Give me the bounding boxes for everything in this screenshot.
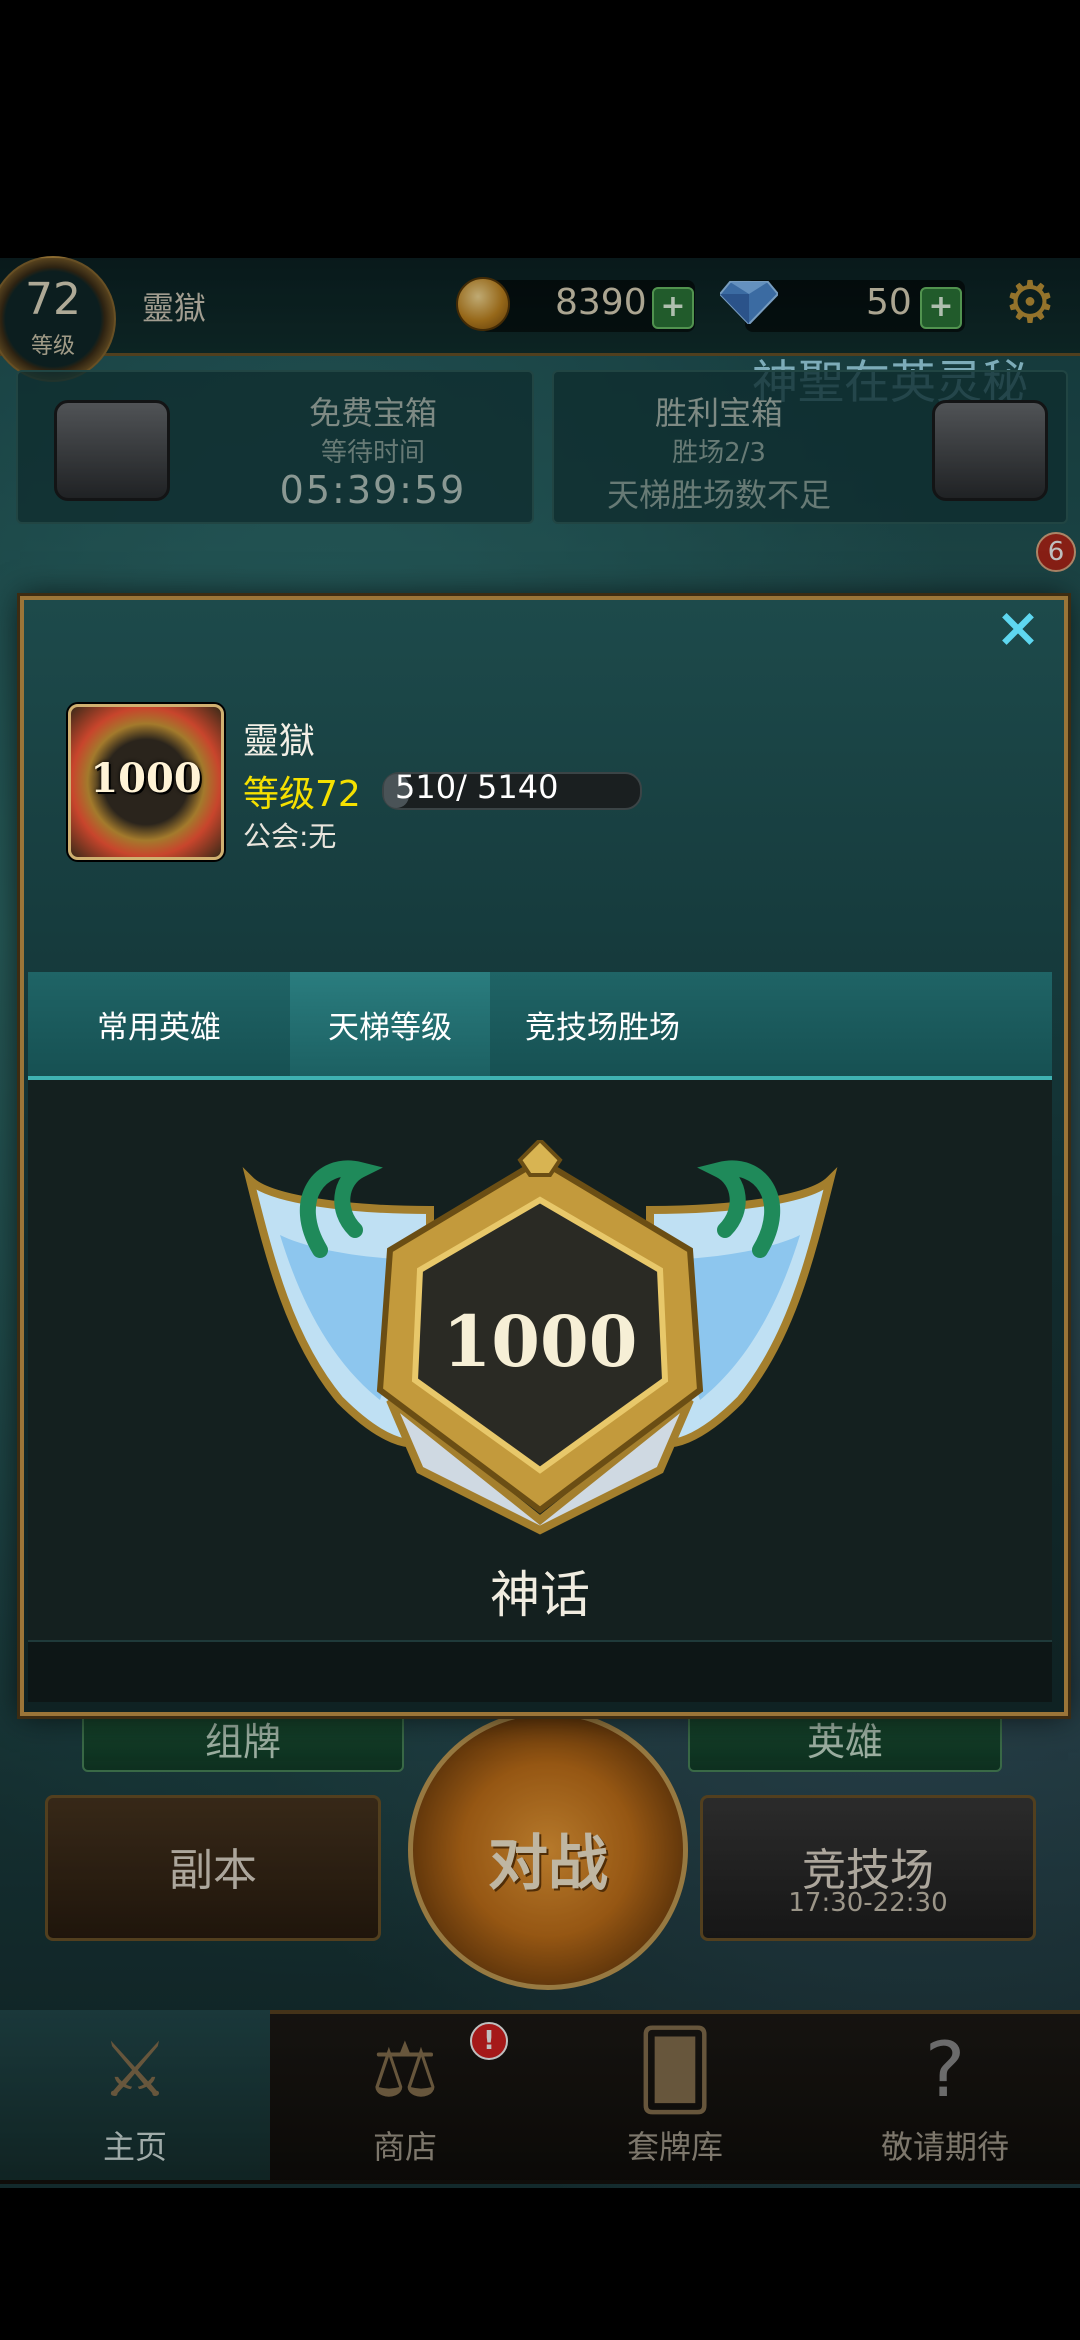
tab-ladder-rank[interactable]: 天梯等级 (290, 972, 490, 1076)
guild-text: 公会:无 (243, 820, 337, 853)
tab-ladder-rank-label: 天梯等级 (328, 1010, 452, 1046)
modal-footer (28, 1640, 1052, 1702)
tab-arena-wins[interactable]: 竞技场胜场 (490, 972, 715, 1076)
rank-score: 1000 (442, 1300, 638, 1383)
xp-text: 510/ 5140 (395, 768, 559, 806)
profile-level: 等级72 (243, 774, 361, 815)
profile-player-name: 靈獄 (243, 721, 316, 762)
player-avatar: 1000 (68, 704, 224, 860)
tab-frequent-heroes[interactable]: 常用英雄 (28, 972, 290, 1076)
close-icon[interactable]: × (990, 600, 1046, 656)
tab-frequent-heroes-label: 常用英雄 (97, 1010, 221, 1046)
tab-arena-wins-label: 竞技场胜场 (525, 1010, 680, 1046)
avatar-rank-score: 1000 (90, 755, 202, 802)
rank-tier-name: 神话 (490, 1566, 590, 1624)
